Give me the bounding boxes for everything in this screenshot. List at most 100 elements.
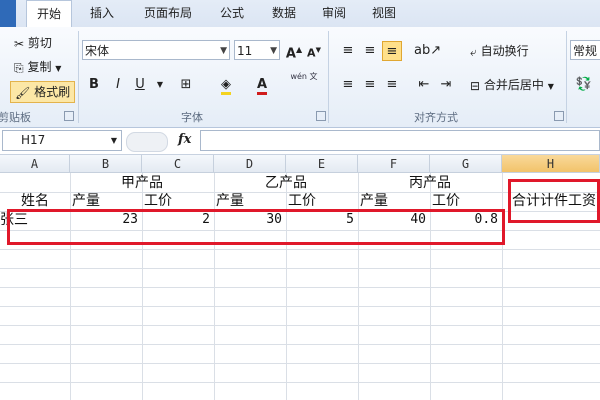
font-name-combo[interactable]: 宋体 ▼: [82, 40, 230, 60]
formula-input[interactable]: [200, 130, 600, 151]
formula-bar: H17 ▼ fx: [0, 128, 600, 155]
highlight-box-total-column: [508, 179, 600, 223]
format-painter-label: 格式刷: [34, 85, 71, 99]
tab-view[interactable]: 视图: [362, 0, 406, 27]
cell-unit-price-header[interactable]: 工价: [432, 192, 460, 210]
name-box[interactable]: H17 ▼: [2, 130, 122, 151]
decrease-indent-icon[interactable]: ⇤: [414, 75, 434, 95]
worksheet-grid[interactable]: A B C D E F G H 甲产品 乙产品 丙产品 姓名 产量 工价 产量 …: [0, 155, 600, 400]
align-bottom-icon[interactable]: ≡: [382, 41, 402, 61]
cell-product-2-header[interactable]: 乙产品: [214, 174, 358, 192]
currency-icon[interactable]: 💱: [574, 75, 594, 95]
merge-cells-icon: ⊟: [470, 78, 481, 93]
font-color-icon[interactable]: A: [252, 75, 272, 95]
gridline: [0, 249, 600, 250]
gridline: [0, 306, 600, 307]
alignment-launcher-icon[interactable]: [554, 111, 564, 121]
font-name-value: 宋体: [85, 44, 110, 58]
align-top-icon[interactable]: ≡: [338, 41, 358, 61]
name-box-value: H17: [21, 133, 46, 147]
cell-product-1-header[interactable]: 甲产品: [70, 174, 214, 192]
tab-page-layout[interactable]: 页面布局: [136, 0, 200, 27]
border-icon[interactable]: ⊞: [176, 75, 196, 95]
tab-home[interactable]: 开始: [26, 0, 72, 29]
paintbrush-icon: 🖌: [15, 85, 31, 100]
align-center-icon[interactable]: ≡: [360, 75, 380, 95]
clipboard-launcher-icon[interactable]: [64, 111, 74, 121]
align-right-icon[interactable]: ≡: [382, 75, 402, 95]
chevron-down-icon[interactable]: ▼: [270, 41, 277, 61]
shrink-font-icon[interactable]: A▼: [304, 40, 324, 60]
cell-unit-price-header[interactable]: 工价: [288, 192, 316, 210]
clipboard-group-label: 剪贴板: [0, 111, 31, 124]
merge-center-button[interactable]: ⊟ 合并后居中 ▼: [470, 75, 554, 95]
tab-insert[interactable]: 插入: [80, 0, 124, 27]
column-header-h[interactable]: H: [502, 155, 600, 173]
align-left-icon[interactable]: ≡: [338, 75, 358, 95]
cell-name-header[interactable]: 姓名: [0, 192, 70, 210]
fill-color-icon[interactable]: ◈: [216, 75, 236, 95]
tab-formulas[interactable]: 公式: [210, 0, 254, 27]
wrap-text-icon: ⤶: [470, 44, 477, 59]
copy-button[interactable]: ⎘ 复制 ▼: [14, 57, 61, 77]
column-header-d[interactable]: D: [214, 155, 286, 173]
column-header-b[interactable]: B: [70, 155, 142, 173]
merge-center-label: 合并后居中: [483, 78, 544, 92]
column-header-c[interactable]: C: [142, 155, 214, 173]
column-header-f[interactable]: F: [358, 155, 430, 173]
group-divider: [328, 31, 329, 123]
group-divider: [78, 31, 79, 123]
tab-data[interactable]: 数据: [262, 0, 306, 27]
ribbon-tab-bar: 开始 插入 页面布局 公式 数据 审阅 视图: [0, 0, 600, 29]
gridline: [0, 382, 600, 383]
cell-output-header[interactable]: 产量: [72, 192, 100, 210]
number-format-value: 常规: [573, 44, 598, 58]
cell-output-header[interactable]: 产量: [360, 192, 388, 210]
column-header-g[interactable]: G: [430, 155, 502, 173]
align-middle-icon[interactable]: ≡: [360, 41, 380, 61]
font-size-value: 11: [237, 44, 253, 58]
insert-function-icon[interactable]: fx: [178, 132, 191, 147]
cut-label: 剪切: [27, 36, 52, 50]
gridline: [0, 268, 600, 269]
copy-icon: ⎘: [14, 60, 24, 75]
cell-product-3-header[interactable]: 丙产品: [358, 174, 502, 192]
gridline: [0, 363, 600, 364]
column-header-e[interactable]: E: [286, 155, 358, 173]
grow-font-icon[interactable]: A▲: [284, 40, 304, 61]
tab-review[interactable]: 审阅: [312, 0, 356, 27]
merge-dropdown-icon[interactable]: ▼: [548, 82, 554, 91]
phonetic-guide-icon[interactable]: wén 文: [290, 71, 318, 91]
cut-button[interactable]: ✂ 剪切: [14, 33, 52, 53]
column-header-a[interactable]: A: [0, 155, 70, 173]
increase-indent-icon[interactable]: ⇥: [436, 75, 456, 95]
italic-button[interactable]: I: [108, 75, 128, 95]
wrap-text-button[interactable]: ⤶ 自动换行: [470, 41, 529, 61]
gridline: [0, 325, 600, 326]
underline-button[interactable]: U: [130, 75, 150, 95]
alignment-group-label: 对齐方式: [414, 111, 458, 124]
gridline: [0, 344, 600, 345]
ribbon: ✂ 剪切 ⎘ 复制 ▼ 🖌 格式刷 剪贴板 宋体 ▼ 11 ▼ A▲ A▼ B …: [0, 27, 600, 128]
copy-dropdown-icon[interactable]: ▼: [55, 64, 61, 73]
orientation-icon[interactable]: ab↗: [414, 41, 441, 61]
copy-label: 复制: [27, 60, 52, 74]
cell-output-header[interactable]: 产量: [216, 192, 244, 210]
chevron-down-icon[interactable]: ▼: [111, 131, 117, 150]
chevron-down-icon[interactable]: ▼: [220, 41, 227, 61]
font-launcher-icon[interactable]: [316, 111, 326, 121]
wrap-text-label: 自动换行: [480, 44, 529, 58]
formula-splitter[interactable]: [126, 132, 168, 152]
gridline: [0, 287, 600, 288]
underline-dropdown-icon[interactable]: ▼: [150, 75, 170, 95]
cell-unit-price-header[interactable]: 工价: [144, 192, 172, 210]
file-tab[interactable]: [0, 0, 16, 27]
group-divider: [566, 31, 567, 123]
scissors-icon: ✂: [14, 36, 25, 51]
number-format-combo[interactable]: 常规: [570, 40, 600, 60]
font-size-combo[interactable]: 11 ▼: [234, 40, 280, 60]
bold-button[interactable]: B: [84, 75, 104, 95]
highlight-box-data-row: [7, 209, 505, 245]
format-painter-button[interactable]: 🖌 格式刷: [10, 81, 76, 103]
font-group-label: 字体: [181, 111, 203, 124]
